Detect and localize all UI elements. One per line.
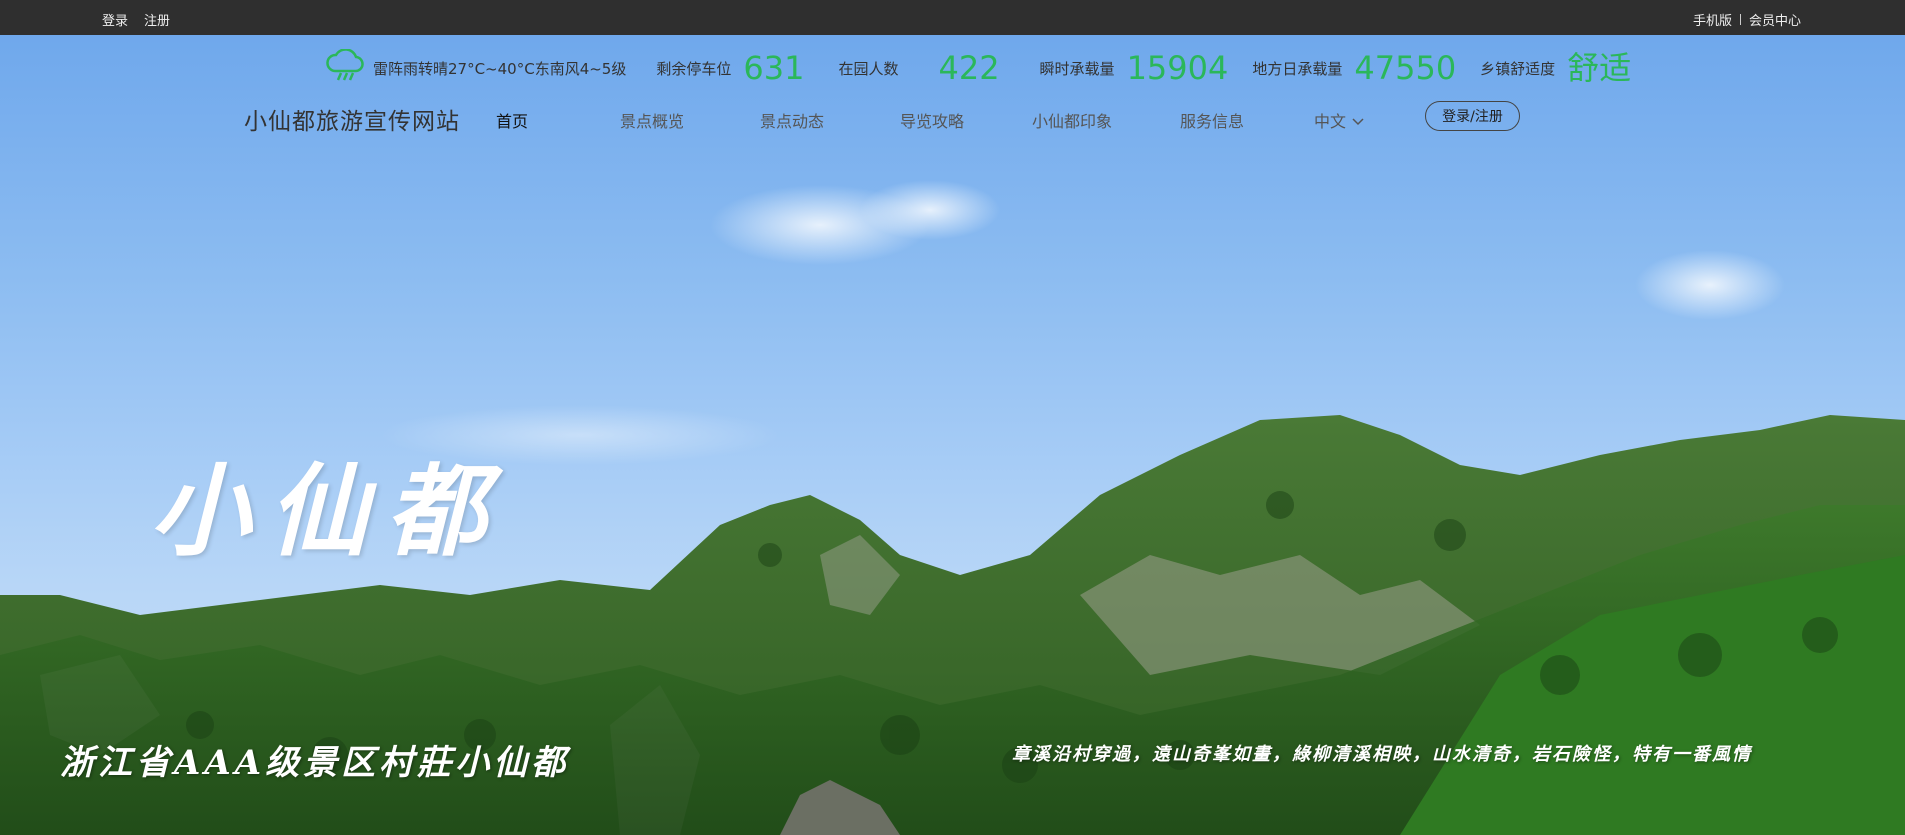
language-selector[interactable]: 中文 <box>1314 108 1364 132</box>
hero-tagline-left: 浙江省AAA级景区村莊小仙都 <box>60 743 570 783</box>
nav-item-guide[interactable]: 导览攻略 <box>900 108 964 132</box>
stat-comfort: 乡镇舒适度 舒适 <box>1480 52 1631 84</box>
stat-value: 631 <box>743 49 805 87</box>
nav-item-overview[interactable]: 景点概览 <box>620 108 684 132</box>
chevron-down-icon <box>1352 111 1364 130</box>
top-bar-right-links: 手机版 会员中心 <box>1693 10 1801 29</box>
stat-value: 15904 <box>1126 49 1229 87</box>
stat-parking: 剩余停车位 631 <box>656 52 804 84</box>
weather-info: 雷阵雨转晴27°C~40°C东南风4~5级 <box>325 48 627 87</box>
nav-item-service[interactable]: 服务信息 <box>1180 108 1244 132</box>
stat-label: 瞬时承载量 <box>1039 59 1115 78</box>
main-nav: 小仙都旅游宣传网站 首页 景点概览 景点动态 导览攻略 小仙都印象 服务信息 中… <box>0 98 1905 138</box>
cloud-rain-icon <box>325 48 365 87</box>
stat-visitors: 在园人数 422 <box>838 52 999 84</box>
stat-instant-capacity: 瞬时承载量 15904 <box>1040 52 1229 84</box>
nav-item-home[interactable]: 首页 <box>496 108 528 132</box>
stat-label: 地方日承载量 <box>1252 59 1343 78</box>
language-label: 中文 <box>1314 112 1347 131</box>
stat-value: 舒适 <box>1567 49 1632 87</box>
top-bar: 登录 注册 手机版 会员中心 <box>0 0 1905 35</box>
stat-daily-capacity: 地方日承载量 47550 <box>1252 52 1456 84</box>
stat-label: 剩余停车位 <box>656 59 732 78</box>
stat-label: 乡镇舒适度 <box>1480 59 1556 78</box>
nav-item-news[interactable]: 景点动态 <box>760 108 824 132</box>
stat-value: 47550 <box>1354 49 1457 87</box>
hero-tagline-right: 章溪沿村穿過，遠山奇峯如畫，綠柳清溪相映，山水清奇，岩石險怪，特有一番風情 <box>1012 744 1752 765</box>
hero-calligraphy-title: 小仙都 <box>150 452 504 570</box>
mobile-version-link[interactable]: 手机版 <box>1693 10 1732 29</box>
nav-item-impression[interactable]: 小仙都印象 <box>1032 108 1112 132</box>
stat-value: 422 <box>938 49 1000 87</box>
login-register-button[interactable]: 登录/注册 <box>1425 101 1520 131</box>
site-title[interactable]: 小仙都旅游宣传网站 <box>244 102 460 136</box>
top-register-link[interactable]: 注册 <box>144 10 170 29</box>
weather-text: 雷阵雨转晴27°C~40°C东南风4~5级 <box>373 59 627 78</box>
member-center-link[interactable]: 会员中心 <box>1749 10 1801 29</box>
park-info-strip: 雷阵雨转晴27°C~40°C东南风4~5级 剩余停车位 631 在园人数 422… <box>325 48 1655 87</box>
stat-label: 在园人数 <box>838 59 899 78</box>
top-login-link[interactable]: 登录 <box>102 10 128 29</box>
top-bar-auth-links: 登录 注册 <box>102 10 170 29</box>
divider <box>1739 14 1741 25</box>
